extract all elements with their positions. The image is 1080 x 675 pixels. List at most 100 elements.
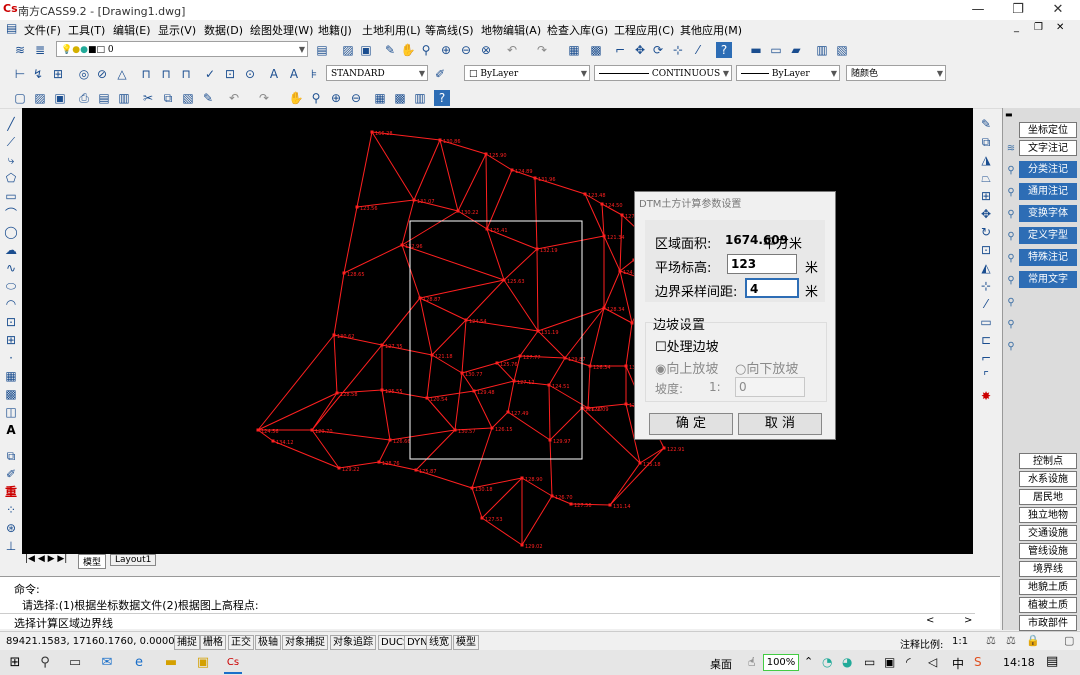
mdi-minimize-icon[interactable]: _ [1014,22,1019,33]
measure-icon[interactable]: ▭ [768,42,784,58]
text-style-icon[interactable]: A [266,66,282,82]
color-combo[interactable]: □ ByLayer ▼ [464,65,590,81]
zoom-in-icon[interactable]: ⊕ [438,42,454,58]
minimize-icon[interactable]: — [958,0,998,20]
elevation-point[interactable] [400,243,404,247]
tin-edge[interactable] [503,248,538,281]
design-center2-icon[interactable]: ▩ [392,90,408,106]
insert-block-icon[interactable]: ⊡ [3,314,19,330]
tray-app-icon[interactable]: ◔ [822,655,832,669]
tin-edge[interactable] [457,153,487,212]
tin-edge[interactable] [311,344,383,431]
tin-edge[interactable] [371,131,415,201]
point-icon[interactable]: · [3,350,19,366]
layer-state-icon[interactable]: ≣ [32,42,48,58]
elevation-point[interactable] [588,364,592,368]
elevation-point[interactable] [430,353,434,357]
pan-icon[interactable]: ✋ [288,90,304,106]
mail-icon[interactable]: ✉ [98,654,116,672]
layer-tool-icon[interactable]: ⧉ [3,448,19,464]
cut-icon[interactable]: ✂ [140,90,156,106]
elevation-point[interactable] [490,426,494,430]
print-icon[interactable]: ⎙ [76,90,92,106]
tin-edge[interactable] [507,380,515,413]
panel-define-font[interactable]: 定义字型 [1019,227,1077,244]
clock[interactable]: 14:18 [1003,656,1035,669]
revision-cloud-icon[interactable]: ☁ [3,242,19,258]
elevation-point[interactable] [480,516,484,520]
panel-zoom2-icon[interactable]: ⚲ [1004,204,1018,226]
elevation-point[interactable] [502,278,506,282]
tin-edge[interactable] [519,330,539,357]
elevation-point[interactable] [456,209,460,213]
scroll-left-icon[interactable]: < [926,615,934,626]
tin-edge[interactable] [431,319,467,356]
undo2-icon[interactable]: ↶ [226,90,242,106]
print-preview-icon[interactable]: ▤ [96,90,112,106]
elevation-point[interactable] [388,438,392,442]
elevation-point[interactable] [563,356,567,360]
menu-file[interactable]: 文件(F) [24,22,61,38]
tin-edge[interactable] [609,462,641,506]
elevation-point[interactable] [548,438,552,442]
break-icon[interactable]: ▭ [978,314,994,330]
elevation-point[interactable] [342,271,346,275]
elevation-point[interactable] [453,428,457,432]
tin-edge[interactable] [549,407,583,441]
help2-icon[interactable]: ? [434,90,450,106]
tin-edge[interactable] [333,272,345,336]
process-slope-checkbox[interactable]: ☐处理边坡 [655,336,719,355]
tin-edge[interactable] [587,365,591,409]
elevation-point[interactable] [414,468,418,472]
panel-zoom-icon[interactable]: ⚲ [1004,182,1018,204]
panel-text-annotation[interactable]: 文字注记 [1019,140,1077,156]
panel-close-icon[interactable]: ▬ [1005,110,1013,119]
tin-edge[interactable] [548,384,551,441]
elevation-point[interactable] [380,343,384,347]
properties-icon[interactable]: ▦ [566,42,582,58]
menu-data[interactable]: 数据(D) [204,22,243,38]
area-icon[interactable]: ▰ [788,42,804,58]
tin-edge[interactable] [333,334,338,394]
elevation-point[interactable] [520,476,524,480]
mdi-restore-icon[interactable]: ❐ [1034,22,1043,33]
grid-frame-icon[interactable]: ⊓ [178,66,194,82]
brush-icon[interactable]: ⌐ [612,42,628,58]
tin-edge[interactable] [521,495,553,546]
edge-browser-icon[interactable]: e [130,654,148,672]
elevation-point[interactable] [608,503,612,507]
slope-up-radio[interactable]: ◉向上放坡 [655,358,718,377]
open-folder-icon[interactable]: ▨ [32,90,48,106]
elevation-point[interactable] [495,361,499,365]
plot-style-combo[interactable]: 随颜色 ▼ [846,65,946,81]
new-icon[interactable]: ▢ [12,90,28,106]
ruler-icon[interactable]: ▬ [748,42,764,58]
cassette-icon[interactable]: ⊛ [3,520,19,536]
tin-edge[interactable] [548,357,566,386]
clean-screen-icon[interactable]: ▢ [1064,634,1074,647]
tin-edge[interactable] [343,244,403,274]
menu-contour[interactable]: 等高线(S) [425,22,474,38]
tin-edge[interactable] [473,390,493,429]
properties2-icon[interactable]: ▦ [372,90,388,106]
elevation-point[interactable] [624,364,628,368]
panel-zoom7-icon[interactable]: ⚲ [1004,314,1018,336]
tab-layout1[interactable]: Layout1 [110,554,157,566]
panel-water-system[interactable]: 水系设施 [1019,471,1077,487]
elevation-point[interactable] [520,543,524,547]
publish-icon[interactable]: ▥ [116,90,132,106]
annotation-scale-value[interactable]: 1:1 [952,636,968,647]
menu-view[interactable]: 显示(V) [158,22,196,38]
tab-model[interactable]: 模型 [78,554,107,569]
tin-edge[interactable] [426,354,433,399]
menu-feature-edit[interactable]: 地物编辑(A) [481,22,541,38]
windows-start-icon[interactable]: ⊞ [6,654,24,672]
polyline-icon[interactable]: ↯ [30,66,46,82]
sample-interval-input[interactable]: 4 [745,278,799,298]
zoom-window-icon[interactable]: ⚲ [418,42,434,58]
pan-realtime-icon[interactable]: ✋ [400,42,416,58]
menu-check[interactable]: 检查入库(G) [547,22,608,38]
query-icon[interactable]: ▧ [834,42,850,58]
polygon-icon[interactable]: ⬠ [3,170,19,186]
tin-edge[interactable] [485,153,488,230]
